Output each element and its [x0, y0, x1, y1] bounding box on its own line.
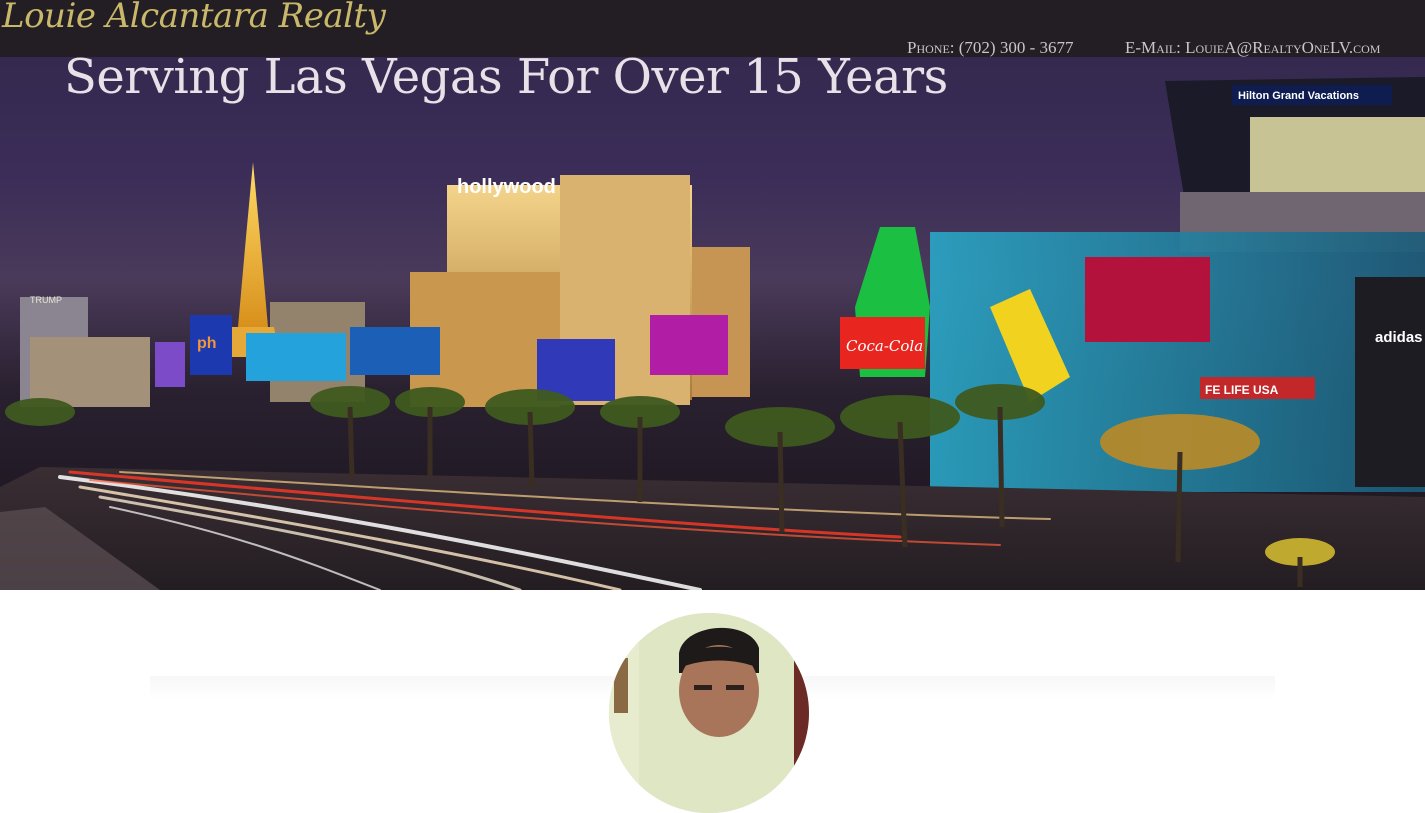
ph-sign: ph: [197, 335, 217, 352]
trump-sign: TRUMP: [30, 295, 62, 305]
site-header: Louie Alcantara Realty Phone: (702) 300 …: [0, 0, 1425, 57]
hollywood-sign: hollywood: [457, 176, 556, 198]
adidas-sign: adidas: [1375, 329, 1423, 346]
site-logo[interactable]: Louie Alcantara Realty: [2, 0, 386, 36]
agent-portrait: [609, 613, 809, 813]
email-contact[interactable]: E-Mail: LouieA@RealtyOneLV.com: [1125, 38, 1380, 58]
hilton-sign: Hilton Grand Vacations: [1238, 90, 1359, 102]
las-vegas-skyline-image: hollywood TRUMP Hilton Grand Vacations a…: [0, 77, 1425, 590]
coca-cola-sign: Coca-Cola: [846, 337, 923, 355]
life-usa-sign: FE LIFE USA: [1205, 383, 1279, 397]
hero-banner: hollywood TRUMP Hilton Grand Vacations a…: [0, 57, 1425, 590]
agent-photo: [609, 613, 809, 813]
phone-contact[interactable]: Phone: (702) 300 - 3677: [907, 38, 1074, 58]
hero-title: Serving Las Vegas For Over 15 Years: [64, 57, 948, 105]
